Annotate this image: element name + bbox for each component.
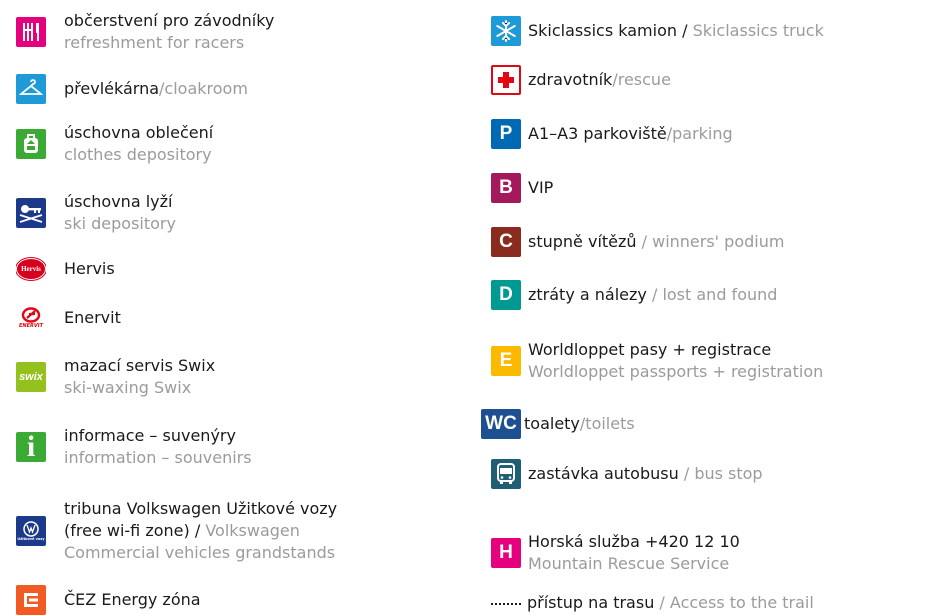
label-cz: občerstvení pro závodníky <box>64 11 275 30</box>
legend-item-rescue: zdravotník/rescue <box>491 65 671 95</box>
dotted-line-icon <box>491 603 521 605</box>
swix-logo: swix <box>16 362 46 392</box>
legend-item-cez-energy: ČEZ Energy zóna <box>16 585 201 615</box>
legend-item-parking: P A1–A3 parkoviště/parking <box>491 119 733 149</box>
legend-item-winners-podium: C stupně vítězů / winners' podium <box>491 227 784 257</box>
label-cz-line2: (free wi-fi zone) <box>64 521 190 540</box>
label-en: refreshment for racers <box>64 33 245 52</box>
legend-item-ski-depository: úschovna lyží ski depository <box>16 191 176 235</box>
label-en: information – souvenirs <box>64 448 252 467</box>
map-legend: občerstvení pro závodníky refreshment fo… <box>0 0 928 615</box>
label-en: ski-waxing Swix <box>64 378 192 397</box>
legend-item-clothes-depository: úschovna oblečení clothes depository <box>16 122 213 166</box>
legend-item-hervis: Hervis Hervis <box>16 254 115 284</box>
label-cz: zdravotník <box>528 70 613 89</box>
label-en: ski depository <box>64 214 176 233</box>
label-en: rescue <box>617 70 671 89</box>
label-en: bus stop <box>694 464 763 483</box>
hervis-logo: Hervis <box>16 254 46 284</box>
label-cz: VIP <box>528 178 554 197</box>
label-cz: tribuna Volkswagen Užitkové vozy <box>64 499 338 518</box>
bus-icon <box>491 459 521 489</box>
separator: / <box>677 21 693 40</box>
label-cz: toalety <box>524 414 580 433</box>
legend-item-mountain-rescue: H Horská služba +420 12 10 Mountain Resc… <box>491 531 740 575</box>
fork-knife-icon <box>16 17 46 47</box>
label-cz: mazací servis Swix <box>64 356 216 375</box>
label-en-line2: Commercial vehicles grandstands <box>64 543 336 562</box>
label-en: cloakroom <box>164 79 248 98</box>
legend-item-swix: swix mazací servis Swix ski-waxing Swix <box>16 355 215 399</box>
legend-item-refreshment: občerstvení pro závodníky refreshment fo… <box>16 10 274 54</box>
separator: / <box>189 521 206 540</box>
label-en: Access to the trail <box>669 593 814 612</box>
wc-icon: WC <box>481 409 521 439</box>
label-cz: Horská služba +420 12 10 <box>528 532 740 551</box>
label-cz: informace – suvenýry <box>64 426 236 445</box>
label-en: Volkswagen <box>205 521 300 540</box>
legend-item-skiclassics-truck: Skiclassics kamion / Skiclassics truck <box>491 16 824 46</box>
legend-item-cloakroom: převlékárna/cloakroom <box>16 74 248 104</box>
separator: / <box>678 464 695 483</box>
legend-item-lost-and-found: D ztráty a nálezy / lost and found <box>491 280 777 310</box>
label-cz: zastávka autobusu <box>528 464 679 483</box>
separator: / <box>646 285 663 304</box>
label-en: Mountain Rescue Service <box>528 554 730 573</box>
label-cz: Enervit <box>64 308 121 327</box>
label-en: lost and found <box>662 285 778 304</box>
letter-b-icon: B <box>491 173 521 203</box>
letter-h-icon: H <box>491 538 521 568</box>
label-cz: stupně vítězů <box>528 232 637 251</box>
info-icon: i <box>16 432 46 462</box>
label-cz: přístup na trasu <box>527 593 655 612</box>
legend-item-worldloppet: E Worldloppet pasy + registrace Worldlop… <box>491 339 823 383</box>
legend-item-enervit: ENERVIT Enervit <box>16 303 121 333</box>
red-cross-icon <box>491 65 521 95</box>
hanger-icon <box>16 74 46 104</box>
separator: / <box>654 593 670 612</box>
letter-e-icon: E <box>491 346 521 376</box>
cez-logo <box>16 585 46 615</box>
letter-d-icon: D <box>491 280 521 310</box>
label-en: winners' podium <box>652 232 785 251</box>
label-en: toilets <box>585 414 635 433</box>
legend-item-information: i informace – suvenýry information – sou… <box>16 425 252 469</box>
legend-item-vip: B VIP <box>491 173 553 203</box>
enervit-logo: ENERVIT <box>16 303 46 333</box>
parking-icon: P <box>491 119 521 149</box>
label-cz: úschovna oblečení <box>64 123 214 142</box>
backpack-icon <box>16 129 46 159</box>
label-en: Worldloppet passports + registration <box>528 362 824 381</box>
label-cz: A1–A3 parkoviště <box>528 124 667 143</box>
letter-c-icon: C <box>491 227 521 257</box>
label-cz: Skiclassics kamion <box>528 21 677 40</box>
separator: / <box>636 232 653 251</box>
label-cz: převlékárna <box>64 79 160 98</box>
legend-item-bus-stop: zastávka autobusu / bus stop <box>491 459 763 489</box>
label-cz: Hervis <box>64 259 115 278</box>
label-cz: úschovna lyží <box>64 192 173 211</box>
ski-key-icon <box>16 198 46 228</box>
label-cz: ztráty a nálezy <box>528 285 647 304</box>
volkswagen-logo: Užitkové vozy <box>16 516 46 546</box>
label-cz: Worldloppet pasy + registrace <box>528 340 772 359</box>
legend-item-volkswagen-grandstand: Užitkové vozy tribuna Volkswagen Užitkov… <box>16 498 337 564</box>
legend-item-trail-access: přístup na trasu / Access to the trail <box>491 592 814 614</box>
label-en: Skiclassics truck <box>692 21 824 40</box>
snowflake-icon <box>491 16 521 46</box>
legend-item-toilets: WC toalety/toilets <box>481 409 635 439</box>
label-en: clothes depository <box>64 145 212 164</box>
label-cz: ČEZ Energy zóna <box>64 590 201 609</box>
label-en: parking <box>672 124 733 143</box>
